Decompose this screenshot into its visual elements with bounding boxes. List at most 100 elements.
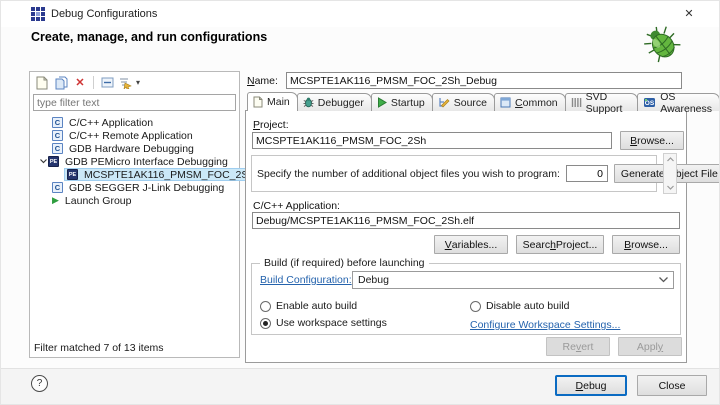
debug-configurations-icon [31,7,45,21]
tree-item-gdb-pemicro-interface-debugging[interactable]: PE GDB PEMicro Interface Debugging [30,155,239,168]
object-files-prompt: Specify the number of additional object … [257,168,560,180]
build-group-legend: Build (if required) before launching [260,257,429,269]
additional-object-files-group: Specify the number of additional object … [251,155,657,192]
startup-play-icon [377,97,387,108]
search-project-button[interactable]: Search Project... [516,235,604,254]
disable-auto-build-radio[interactable]: Disable auto build [470,300,569,312]
page-title: Create, manage, and run configurations [31,30,267,44]
tree-item-label: Launch Group [63,195,134,207]
radio-label: Enable auto build [276,300,357,312]
tab-label: Debugger [318,97,364,109]
name-input[interactable] [286,72,682,89]
help-icon[interactable]: ? [31,375,48,392]
tab-main[interactable]: Main [247,92,298,111]
tree-item-label: C/C++ Remote Application [67,130,195,142]
close-icon[interactable]: ✕ [681,6,697,22]
project-browse-button[interactable]: Browse... [620,131,684,150]
pemicro-icon: PE [48,156,59,167]
svd-registers-icon [571,97,582,108]
object-files-count-input[interactable] [566,165,608,182]
build-before-launch-group: Build (if required) before launching Bui… [251,263,681,335]
configurations-toolbar: ✕ ▾ [30,72,239,93]
object-files-scrollbar[interactable] [663,153,677,194]
tree-item-label: GDB Hardware Debugging [67,143,196,155]
main-tab-icon [253,96,263,108]
filter-input[interactable] [33,94,236,111]
project-input[interactable] [252,132,612,149]
c-application-icon: C [52,143,63,154]
svg-text:OS: OS [645,100,655,107]
debug-button[interactable]: Debug [555,375,627,396]
enable-auto-build-radio[interactable]: Enable auto build [260,300,357,312]
radio-icon [470,301,481,312]
tree-item-label: GDB PEMicro Interface Debugging [63,156,230,168]
new-configuration-icon[interactable] [34,75,50,90]
tab-common[interactable]: Common [494,93,566,111]
cpp-application-input[interactable] [252,212,680,229]
toolbar-menu-caret-icon[interactable]: ▾ [136,78,140,87]
tab-os-awareness[interactable]: OS OS Awareness [637,93,720,111]
tree-item-gdb-segger-jlink-debugging[interactable]: C GDB SEGGER J-Link Debugging [30,181,239,194]
launch-group-icon: ▶ [52,195,59,206]
common-window-icon [500,97,511,108]
variables-button[interactable]: Variables... [434,235,508,254]
debug-bug-icon [639,25,685,63]
configurations-tree: C C/C++ Application C C/C++ Remote Appli… [30,113,239,207]
source-tree-icon [438,97,450,108]
radio-label: Use workspace settings [276,317,387,329]
window-title: Debug Configurations [51,8,157,20]
tree-item-gdb-hardware-debugging[interactable]: C GDB Hardware Debugging [30,142,239,155]
radio-icon [260,301,271,312]
radio-label: Disable auto build [486,300,569,312]
toolbar-separator [93,76,94,89]
configure-workspace-settings-link[interactable]: Configure Workspace Settings... [470,319,620,331]
c-application-icon: C [52,130,63,141]
tree-item-label: C/C++ Application [67,117,155,129]
c-application-icon: C [52,117,63,128]
tab-label: Source [454,97,487,109]
project-label: Project: [253,119,289,131]
tab-svd-support[interactable]: SVD Support [565,93,639,111]
tree-item-label: GDB SEGGER J-Link Debugging [67,182,226,194]
build-configuration-value: Debug [358,274,389,286]
build-configuration-link[interactable]: Build Configuration: [260,274,352,286]
combo-chevron-down-icon [659,277,668,283]
configurations-panel: ✕ ▾ C C/C++ Application C C/C++ Remote A… [29,71,240,358]
apply-button[interactable]: Apply [618,337,682,356]
close-button[interactable]: Close [637,375,707,396]
scroll-up-icon [667,157,674,162]
tab-label: Common [515,97,558,109]
tree-item-mcspte1ak116-debug-selected[interactable]: PE MCSPTE1AK116_PMSM_FOC_2Sh_Debug [30,168,239,181]
configuration-tabs: Main Debugger Startup Source Common SVD … [247,92,719,111]
debugger-bug-icon [303,97,314,108]
radio-selected-icon [260,318,271,329]
tree-item-cpp-remote-application[interactable]: C C/C++ Remote Application [30,129,239,142]
collapse-all-icon[interactable] [99,75,115,90]
filter-status: Filter matched 7 of 13 items [34,342,164,354]
tree-item-launch-group[interactable]: ▶ Launch Group [30,194,239,207]
scroll-down-icon [667,185,674,190]
name-label: Name: [247,75,278,87]
duplicate-configuration-icon[interactable] [53,75,69,90]
revert-button[interactable]: Revert [546,337,610,356]
title-bar: Debug Configurations ✕ [1,1,720,27]
tab-startup[interactable]: Startup [371,93,433,111]
tab-label: Main [267,96,290,108]
pemicro-icon: PE [67,169,78,180]
tree-item-cpp-application[interactable]: C C/C++ Application [30,116,239,129]
filter-configurations-icon[interactable] [118,75,134,90]
c-application-icon: C [52,182,63,193]
delete-configuration-icon[interactable]: ✕ [72,75,88,90]
cpp-application-label: C/C++ Application: [253,200,340,212]
os-awareness-icon: OS [643,97,656,108]
tab-source[interactable]: Source [432,93,495,111]
tab-debugger[interactable]: Debugger [297,93,372,111]
build-configuration-select[interactable]: Debug [352,271,674,289]
expander-chevron-icon[interactable] [38,159,48,164]
main-tab-panel: Project: Browse... Specify the number of… [245,110,687,363]
use-workspace-settings-radio[interactable]: Use workspace settings [260,317,387,329]
tab-label: Startup [391,97,425,109]
application-browse-button[interactable]: Browse... [612,235,680,254]
debug-configurations-dialog: Debug Configurations ✕ Create, manage, a… [0,0,720,405]
tab-label: SVD Support [586,91,631,115]
